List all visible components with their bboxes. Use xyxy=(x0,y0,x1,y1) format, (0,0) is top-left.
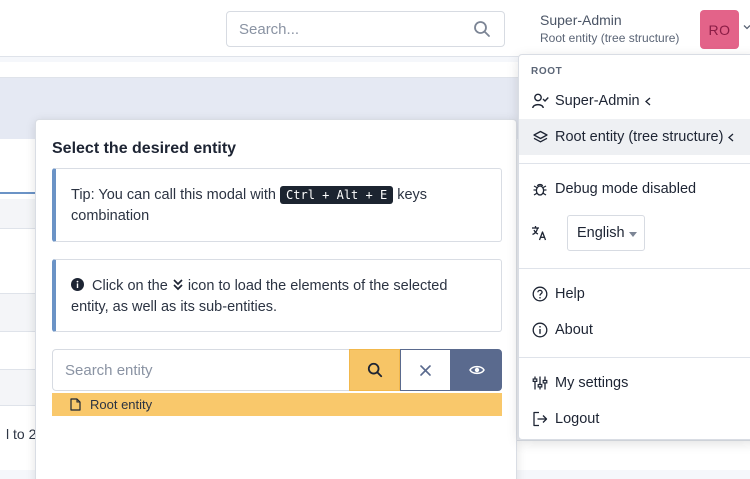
menu-caption: ROOT xyxy=(531,66,563,77)
double-chevron-down-icon xyxy=(173,279,183,291)
background-toolbar xyxy=(0,62,520,78)
modal-title: Select the desired entity xyxy=(52,140,237,157)
global-search-input[interactable] xyxy=(227,12,467,46)
avatar[interactable]: RO xyxy=(700,10,739,49)
divider xyxy=(0,228,40,229)
search-icon[interactable] xyxy=(473,20,491,38)
chevron-left-icon xyxy=(728,133,734,141)
entity-search-input[interactable] xyxy=(53,350,349,390)
tip-alert: Tip: You can call this modal with Ctrl +… xyxy=(52,168,502,242)
show-all-button[interactable] xyxy=(451,349,502,391)
info-circle-icon xyxy=(531,321,549,339)
menu-item-label: About xyxy=(555,322,593,338)
tip-text: Tip: You can call this modal with xyxy=(71,187,281,203)
keyboard-shortcut: Ctrl + Alt + E xyxy=(280,186,394,204)
translate-icon xyxy=(532,226,547,241)
menu-item-label: Help xyxy=(555,286,585,302)
divider xyxy=(0,331,40,332)
file-icon xyxy=(70,398,81,411)
user-name[interactable]: Super-Admin xyxy=(540,12,622,28)
entity-search-button[interactable] xyxy=(349,349,400,391)
global-search[interactable] xyxy=(226,11,505,47)
tree-item-label: Root entity xyxy=(90,397,153,412)
language-select-value: English xyxy=(577,225,625,241)
entity-selector-modal: Select the desired entity Tip: You can c… xyxy=(35,119,517,479)
tree-item-root-entity[interactable]: Root entity xyxy=(52,393,502,416)
info-circle-icon xyxy=(71,278,84,291)
background-row xyxy=(0,199,40,228)
language-row: English xyxy=(531,215,750,251)
divider xyxy=(0,405,40,406)
info-text: Click on the xyxy=(92,278,172,294)
top-header: Super-Admin Root entity (tree structure)… xyxy=(0,0,750,57)
entity-search-field[interactable] xyxy=(52,349,350,391)
user-check-icon xyxy=(531,92,549,110)
search-icon xyxy=(367,362,382,378)
menu-item-label: Logout xyxy=(555,411,600,427)
user-entity[interactable]: Root entity (tree structure) xyxy=(540,31,679,45)
help-circle-icon xyxy=(531,285,549,303)
caret-down-icon xyxy=(629,232,637,237)
menu-item-label: Super-Admin xyxy=(555,93,640,109)
user-dropdown-menu: ROOT Super-Admin Root entity (tree struc… xyxy=(518,54,750,440)
logout-icon xyxy=(531,410,549,428)
chevron-left-icon xyxy=(644,97,651,105)
close-icon xyxy=(420,364,431,376)
eye-icon xyxy=(468,365,485,375)
clear-search-button[interactable] xyxy=(400,349,451,391)
divider xyxy=(519,268,750,269)
menu-item-help[interactable]: Help xyxy=(519,276,750,312)
menu-item-about[interactable]: About xyxy=(519,312,750,348)
language-select[interactable]: English xyxy=(567,215,645,251)
background-row xyxy=(0,294,40,331)
background-row xyxy=(0,370,40,405)
menu-item-label: Root entity (tree structure) xyxy=(555,129,724,145)
bug-icon xyxy=(531,180,549,198)
layers-icon xyxy=(531,128,549,146)
menu-item-label: Debug mode disabled xyxy=(555,181,697,197)
menu-item-profile[interactable]: Super-Admin xyxy=(519,83,750,119)
menu-item-label: My settings xyxy=(555,375,629,391)
menu-item-logout[interactable]: Logout xyxy=(519,401,750,437)
background-accent-line xyxy=(0,192,40,194)
divider xyxy=(519,163,750,164)
info-alert: Click on the icon to load the elements o… xyxy=(52,259,502,332)
background-list-panel xyxy=(0,139,40,470)
pagination-info: l to 2 xyxy=(6,426,37,442)
menu-item-debug-mode[interactable]: Debug mode disabled xyxy=(519,171,750,207)
background-footer xyxy=(515,440,750,470)
chevron-down-icon[interactable] xyxy=(742,22,750,32)
menu-item-my-settings[interactable]: My settings xyxy=(519,365,750,401)
sliders-icon xyxy=(531,374,549,392)
divider xyxy=(519,357,750,358)
menu-item-entity[interactable]: Root entity (tree structure) xyxy=(519,119,750,155)
